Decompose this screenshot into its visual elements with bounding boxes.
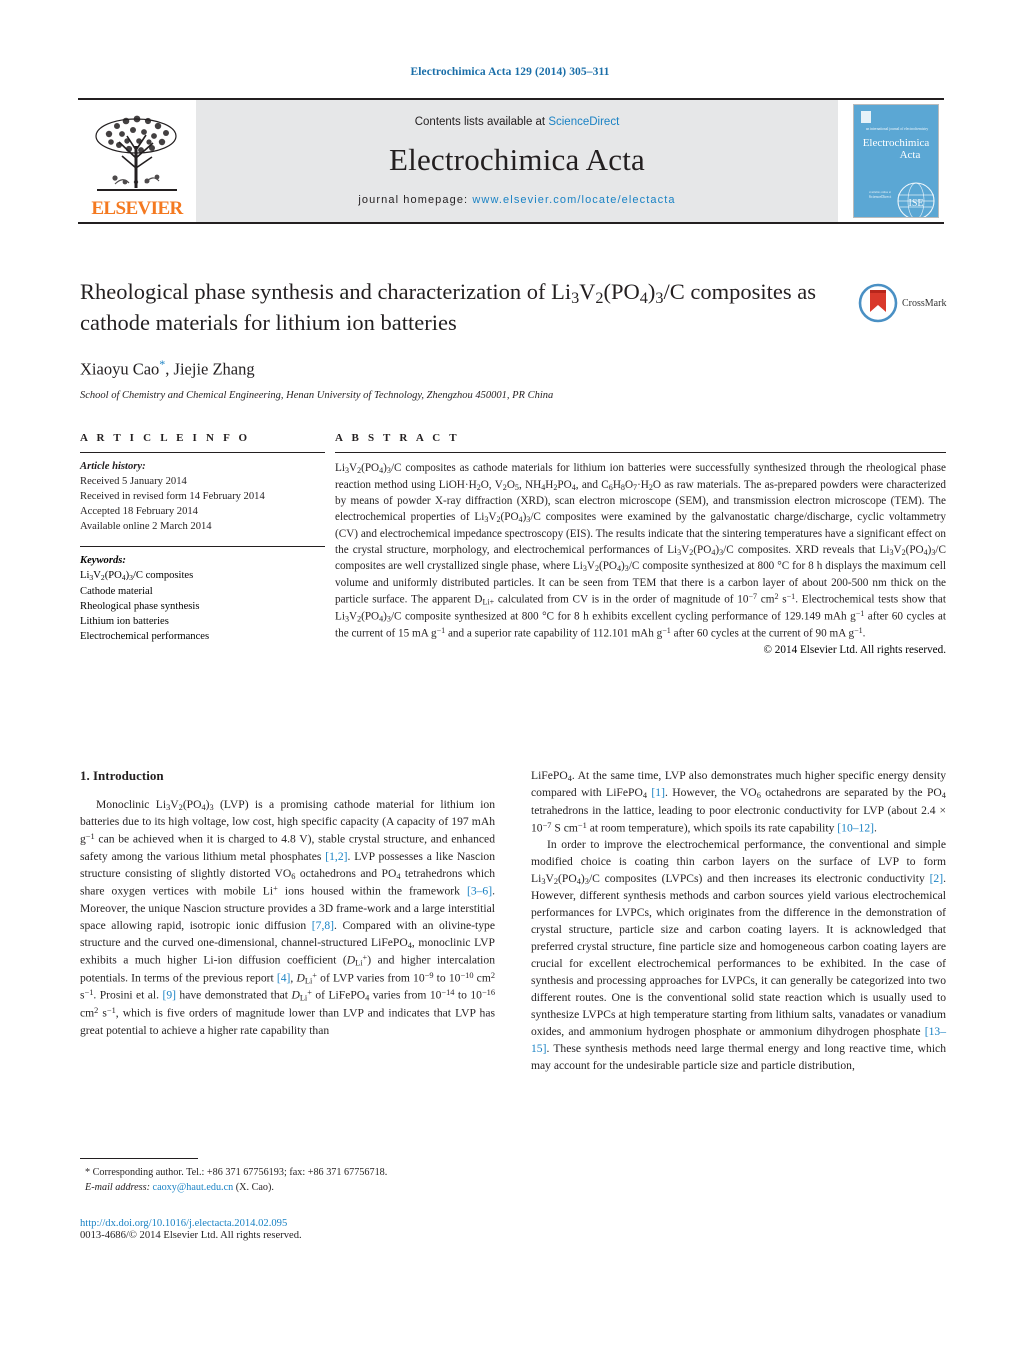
svg-text:Electrochimica: Electrochimica [863,137,930,149]
svg-text:Acta: Acta [900,149,921,161]
citation-link[interactable]: [2] [930,872,944,885]
cover-artwork-icon: an international journal of electrochemi… [854,105,938,217]
page-title: Rheological phase synthesis and characte… [80,279,816,335]
doi-block: http://dx.doi.org/10.1016/j.electacta.20… [80,1218,540,1241]
affiliation: School of Chemistry and Chemical Enginee… [80,390,554,402]
keywords-label: Keywords: [80,555,126,567]
homepage-url-link[interactable]: www.elsevier.com/locate/electacta [472,194,675,206]
elsevier-logo: ELSEVIER [78,100,196,222]
author-list: Xiaoyu Cao*, Jiejie Zhang [80,356,255,379]
doi-link[interactable]: http://dx.doi.org/10.1016/j.electacta.20… [80,1218,540,1229]
keyword-item: Electrochemical performances [80,631,210,642]
journal-masthead: ELSEVIER Contents lists available at Sci… [78,98,944,224]
crossmark-badge[interactable]: CrossMark [858,280,958,326]
citation-link[interactable]: [3–6] [467,885,492,898]
abstract-heading: A B S T R A C T [335,432,460,444]
body-column-left: 1. Introduction Monoclinic Li3V2(PO4)3 (… [80,768,495,1075]
history-item: Received 5 January 2014 [80,476,187,488]
running-head: Electrochimica Acta 129 (2014) 305–311 [410,66,610,78]
sciencedirect-link[interactable]: ScienceDirect [548,116,619,128]
journal-homepage-line: journal homepage: www.elsevier.com/locat… [358,194,675,206]
email-link[interactable]: caoxy@haut.edu.cn [153,1182,234,1193]
journal-cover-thumbnail: an international journal of electrochemi… [848,100,944,222]
footnote-text: * Corresponding author. Tel.: +86 371 67… [80,1166,495,1196]
paper-page: Electrochimica Acta 129 (2014) 305–311 E… [0,0,1020,1351]
elsevier-wordmark: ELSEVIER [91,198,183,219]
contents-available-line: Contents lists available at ScienceDirec… [415,116,620,128]
title-block: Rheological phase synthesis and characte… [80,278,850,401]
info-abstract-band: A R T I C L E I N F O Article history: R… [80,432,946,656]
keywords-group: Keywords: Li3V2(PO4)3/C composites Catho… [80,547,325,644]
abstract-copyright: © 2014 Elsevier Ltd. All rights reserved… [763,643,947,656]
abstract-column: A B S T R A C T Li3V2(PO4)3/C composites… [335,432,946,656]
citation-link[interactable]: [9] [162,989,176,1002]
svg-text:an international journal of el: an international journal of electrochemi… [866,127,928,131]
article-history-label: Article history: [80,461,146,472]
crossmark-label: CrossMark [902,297,947,309]
history-item: Received in revised form 14 February 201… [80,491,265,503]
citation-link[interactable]: [4] [277,971,291,984]
body-column-right: LiFePO4. At the same time, LVP also demo… [531,768,946,1075]
article-history-group: Article history: Received 5 January 2014… [80,453,325,534]
intro-paragraph-1-cont: LiFePO4. At the same time, LVP also demo… [531,769,946,835]
citation-link[interactable]: [13–15] [531,1025,946,1055]
keyword-item: Li3V2(PO4)3/C composites [80,570,194,583]
crossmark-icon [858,283,898,323]
contents-prefix: Contents lists available at [414,116,549,128]
citation-link[interactable]: [7,8] [312,919,334,932]
section-heading-introduction: 1. Introduction [80,768,164,783]
homepage-label: journal homepage: [358,194,469,206]
keyword-item: Rheological phase synthesis [80,600,200,612]
author-name-2[interactable]: Jiejie Zhang [174,359,255,378]
footnote-rule [80,1158,198,1159]
email-note: E-mail address: caoxy@haut.edu.cn (X. Ca… [80,1181,495,1196]
elsevier-tree-icon [95,115,177,191]
history-item: Available online 2 March 2014 [80,521,212,533]
cover-image: an international journal of electrochemi… [853,104,939,218]
body-columns: 1. Introduction Monoclinic Li3V2(PO4)3 (… [80,768,946,1075]
svg-text:ISE: ISE [909,198,924,209]
citation-link[interactable]: [1,2] [325,850,347,863]
corresponding-author-note: * Corresponding author. Tel.: +86 371 67… [85,1167,388,1178]
keyword-item: Cathode material [80,585,153,597]
issn-copyright: 0013-4686/© 2014 Elsevier Ltd. All right… [80,1230,302,1241]
intro-paragraph-1: Monoclinic Li3V2(PO4)3 (LVP) is a promis… [80,798,496,1037]
history-item: Accepted 18 February 2014 [80,506,198,518]
journal-title: Electrochimica Acta [389,142,645,177]
corresponding-author-marker: * [159,356,166,371]
keyword-item: Lithium ion batteries [80,615,169,627]
email-owner: (X. Cao). [235,1181,274,1193]
svg-text:ScienceDirect: ScienceDirect [869,194,892,199]
abstract-text: Li3V2(PO4)3/C composites as cathode mate… [335,462,947,639]
email-label: E-mail address: [85,1181,150,1193]
article-info-heading: A R T I C L E I N F O [80,432,251,444]
footnote-block: * Corresponding author. Tel.: +86 371 67… [80,1158,495,1196]
author-name-1[interactable]: Xiaoyu Cao [80,359,159,378]
citation-link[interactable]: [1] [651,786,665,799]
intro-paragraph-2: In order to improve the electrochemical … [531,838,946,1073]
article-info-column: A R T I C L E I N F O Article history: R… [80,432,325,656]
citation-link[interactable]: [10–12] [837,821,874,834]
masthead-center: Contents lists available at ScienceDirec… [196,100,838,222]
